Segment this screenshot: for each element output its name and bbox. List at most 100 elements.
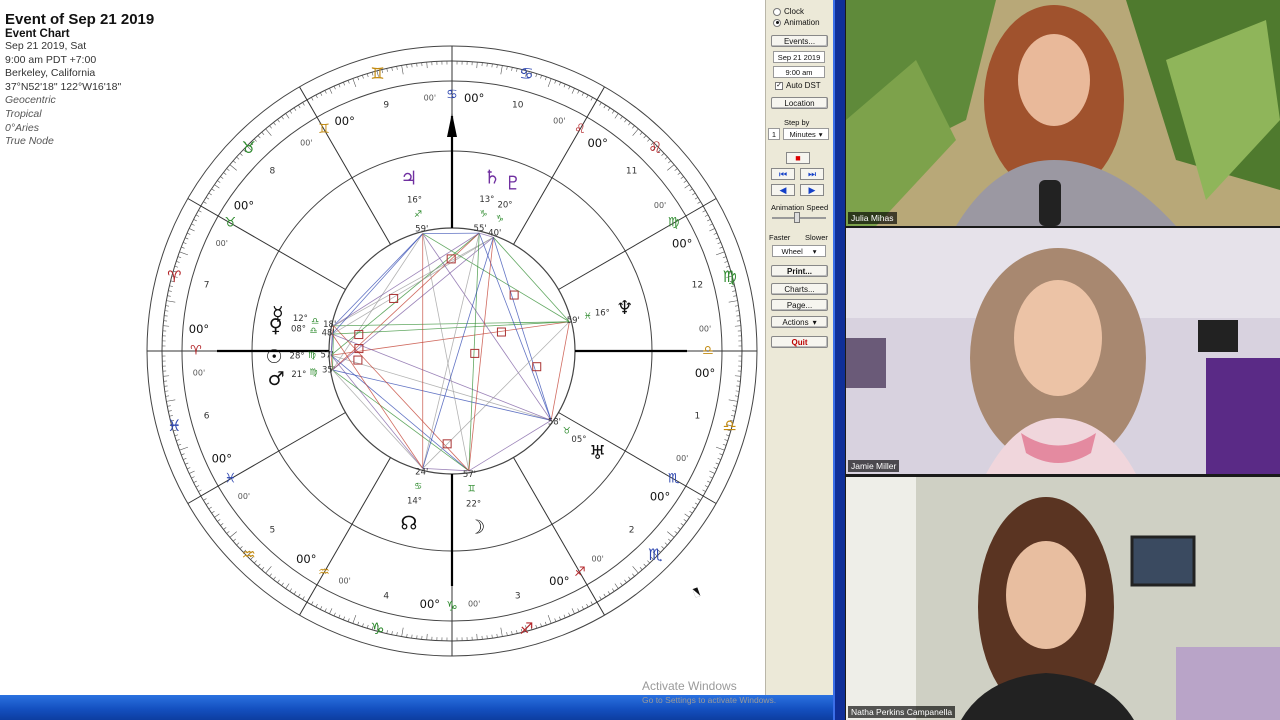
degree-tick: [236, 542, 240, 546]
charts-button[interactable]: Charts...: [771, 283, 828, 295]
degree-tick: [559, 616, 561, 620]
participant-name: Julia Mihas: [848, 212, 897, 224]
degree-tick: [189, 228, 195, 232]
first-frame-button[interactable]: ⏮: [771, 168, 795, 180]
last-frame-button[interactable]: ⏭: [800, 168, 824, 180]
location-button[interactable]: Location: [771, 97, 828, 109]
degree-tick: [220, 176, 224, 179]
degree-tick: [709, 223, 713, 226]
degree-tick: [568, 612, 571, 617]
time-field[interactable]: 9:00 am: [773, 66, 825, 78]
date-field[interactable]: Sep 21 2019: [773, 51, 825, 63]
clock-radio[interactable]: Clock: [773, 7, 804, 16]
house-number: 12: [692, 280, 703, 290]
cusp-minute-label: 00': [216, 239, 228, 248]
chart-option: 0°Aries: [5, 121, 39, 134]
degree-tick: [547, 78, 552, 88]
degree-tick: [643, 135, 647, 139]
slider-thumb[interactable]: [794, 212, 800, 223]
degree-tick: [540, 75, 542, 79]
degree-tick: [205, 197, 210, 200]
degree-tick: [620, 116, 623, 120]
degree-tick: [165, 305, 170, 307]
participant-name: Jamie Miller: [848, 460, 900, 472]
degree-tick: [643, 563, 647, 567]
zodiac-sign-icon: ♐: [519, 619, 533, 638]
degree-tick: [226, 168, 230, 171]
aspect-line: [468, 420, 552, 472]
degree-tick: [547, 614, 552, 624]
cusp-degree-label: 00°: [672, 237, 692, 251]
aspect-line: [333, 232, 480, 327]
step-unit-select[interactable]: Minutes ▾: [783, 128, 829, 140]
degree-tick: [265, 128, 272, 136]
degree-tick: [223, 527, 227, 530]
planet-minute: 35': [322, 366, 335, 376]
planet-sign-icon: ♉: [563, 426, 571, 436]
degree-tick: [668, 538, 672, 542]
degree-tick: [683, 519, 687, 522]
video-tile[interactable]: Natha Perkins Campanella: [846, 477, 1280, 720]
print-button[interactable]: Print...: [771, 265, 828, 277]
planet-sign-icon: ♎: [311, 317, 319, 327]
degree-tick: [166, 399, 176, 402]
cusp-minute-label: 00': [553, 116, 565, 125]
animation-radio[interactable]: Animation: [773, 18, 820, 27]
degree-tick: [628, 576, 631, 580]
degree-tick: [329, 88, 333, 94]
degree-tick: [289, 110, 293, 114]
video-tile-active-speaker[interactable]: Jamie Miller: [846, 228, 1280, 474]
degree-tick: [667, 164, 675, 171]
degree-tick: [707, 480, 711, 483]
degree-tick: [728, 399, 738, 402]
degree-tick: [357, 76, 360, 81]
zodiac-sign-icon: ♑: [370, 619, 384, 638]
video-tile[interactable]: Julia Mihas: [846, 0, 1280, 226]
degree-tick: [568, 85, 571, 90]
degree-tick: [702, 210, 706, 213]
planet-sign-icon: ♑: [496, 214, 504, 224]
house-number: 6: [204, 412, 210, 422]
degree-tick: [277, 119, 280, 123]
degree-tick: [324, 608, 327, 612]
radio-dot-icon: [773, 18, 781, 27]
actions-button[interactable]: Actions ▾: [771, 316, 828, 328]
cusp-degree-label: 00°: [650, 490, 670, 504]
aspect-line: [332, 369, 424, 469]
chart-coords: 37°N52'18" 122°W16'18": [5, 80, 122, 93]
planet-icon: ♂: [268, 368, 285, 390]
control-panel: Clock Animation Events... Sep 21 2019 9:…: [765, 0, 833, 695]
house-number: 11: [626, 166, 637, 176]
degree-tick: [722, 256, 727, 259]
page-button[interactable]: Page...: [771, 299, 828, 311]
speed-slider[interactable]: [772, 212, 826, 223]
degree-tick: [333, 612, 336, 617]
aspect-line: [331, 321, 570, 356]
stop-button[interactable]: ■: [786, 152, 810, 164]
degree-tick: [167, 295, 171, 297]
degree-tick: [338, 83, 341, 88]
degree-tick: [165, 395, 170, 397]
degree-tick: [733, 405, 737, 407]
degree-tick: [265, 566, 272, 574]
degree-tick: [544, 621, 547, 626]
degree-tick: [717, 458, 721, 460]
cusp-degree-label: 00°: [420, 597, 440, 611]
faster-label: Faster: [769, 233, 791, 242]
quit-button[interactable]: Quit: [771, 336, 828, 348]
degree-tick: [189, 470, 195, 474]
planet-degree: 08°: [291, 324, 306, 334]
step-forward-button[interactable]: ▶: [800, 184, 824, 196]
zodiac-sign-icon: ♎: [723, 416, 737, 435]
planet-icon: ♀: [269, 315, 283, 337]
degree-tick: [506, 66, 508, 70]
participant-video: [846, 228, 1280, 474]
degree-tick: [261, 567, 265, 571]
cusp-minute-label: 00': [654, 201, 666, 210]
auto-dst-checkbox[interactable]: ✓ Auto DST: [775, 81, 821, 90]
view-select[interactable]: Wheel ▾: [772, 245, 826, 257]
events-button[interactable]: Events...: [771, 35, 828, 47]
planet-sign-icon: ♋: [414, 482, 422, 492]
step-value-field[interactable]: 1: [768, 128, 780, 140]
step-back-button[interactable]: ◀: [771, 184, 795, 196]
